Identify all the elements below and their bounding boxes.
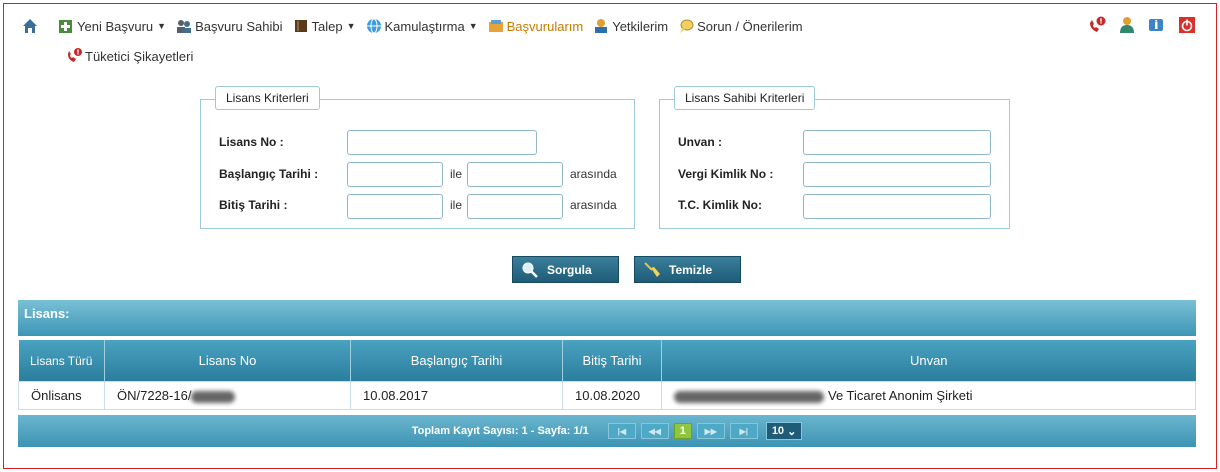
owner-criteria-legend: Lisans Sahibi Kriterleri: [674, 86, 816, 110]
temizle-button[interactable]: Temizle: [634, 256, 741, 283]
redacted-blur: [674, 390, 824, 403]
lisans-panel-header: Lisans:: [18, 300, 1196, 336]
tc-kimlik-input[interactable]: [803, 194, 991, 219]
bitis-tarihi-start-input[interactable]: [347, 194, 443, 219]
menu-talep[interactable]: Talep ▼: [293, 18, 356, 34]
menu-yeni-basvuru[interactable]: Yeni Başvuru ▼: [58, 18, 166, 34]
notification-alert-icon[interactable]: [1088, 16, 1106, 34]
lisans-table: Lisans Türü Lisans No Başlangıç Tarihi B…: [18, 340, 1196, 410]
temizle-label: Temizle: [669, 262, 713, 277]
sorgula-button[interactable]: Sorgula: [512, 256, 619, 283]
table-row[interactable]: Önlisans ÖN/7228-16/ 10.08.2017 10.08.20…: [18, 381, 1196, 410]
logout-power-icon[interactable]: [1178, 16, 1196, 34]
main-menu: Yeni Başvuru ▼ Başvuru Sahibi Talep ▼ Kamu…: [22, 16, 813, 36]
menu-yetkilerim[interactable]: Yetkilerim: [593, 18, 668, 34]
lisans-no-input[interactable]: [347, 130, 537, 155]
column-header-lisans-no[interactable]: Lisans No: [104, 340, 351, 382]
pager: Toplam Kayıt Sayısı: 1 - Sayfa: 1/1 |◀ ◀…: [18, 415, 1196, 447]
current-page-button[interactable]: 1: [673, 423, 692, 439]
menu-kamulastirma[interactable]: Kamulaştırma ▼: [366, 18, 478, 34]
menu-sorun-onerilerim[interactable]: Sorun / Önerilerim: [678, 18, 803, 34]
last-page-button[interactable]: ▶|: [729, 423, 758, 439]
cell-lisans-no: ÖN/7228-16/: [104, 381, 351, 410]
column-header-unvan[interactable]: Unvan: [661, 340, 1196, 382]
redacted-blur: [191, 390, 236, 403]
bitis-tarihi-label: Bitiş Tarihi :: [219, 198, 288, 212]
table-header-row: Lisans Türü Lisans No Başlangıç Tarihi B…: [18, 340, 1196, 382]
toolbar-right: [1076, 16, 1196, 34]
phone-alert-icon: [66, 48, 82, 64]
tc-kimlik-label: T.C. Kimlik No:: [678, 198, 763, 212]
menu-label: Yeni Başvuru: [77, 18, 154, 34]
users-icon: [176, 18, 192, 34]
speech-bubble-icon: [678, 18, 694, 34]
ile-label: ile: [450, 167, 463, 181]
cell-lisans-turu: Önlisans: [18, 381, 105, 410]
cell-baslangic-tarihi: 10.08.2017: [350, 381, 563, 410]
pager-summary: Toplam Kayıt Sayısı: 1 - Sayfa: 1/1: [411, 425, 589, 437]
arasinda-label: arasında: [570, 198, 617, 212]
ile-label: ile: [450, 198, 463, 212]
baslangic-tarihi-end-input[interactable]: [467, 162, 563, 187]
next-page-button[interactable]: ▶▶: [696, 423, 725, 439]
cell-bitis-tarihi: 10.08.2020: [562, 381, 662, 410]
baslangic-tarihi-start-input[interactable]: [347, 162, 443, 187]
lisans-criteria-fieldset: Lisans Kriterleri Lisans No : Başlangıç …: [200, 86, 635, 229]
cell-unvan: Ve Ticaret Anonim Şirketi: [661, 381, 1196, 410]
app-frame: Yeni Başvuru ▼ Başvuru Sahibi Talep ▼ Kamu…: [3, 3, 1217, 469]
menu-label: Yetkilerim: [612, 18, 669, 34]
page-size-select[interactable]: 10 ⌄: [765, 422, 803, 440]
menu-label: Kamulaştırma: [384, 18, 465, 34]
menu-label: Başvurularım: [506, 18, 584, 34]
column-header-lisans-turu[interactable]: Lisans Türü: [18, 340, 105, 382]
book-icon: [293, 18, 309, 34]
lisans-panel-title: Lisans:: [24, 306, 70, 321]
menu-label: Sorun / Önerilerim: [697, 18, 803, 34]
unvan-input[interactable]: [803, 130, 991, 155]
lisans-criteria-legend: Lisans Kriterleri: [215, 86, 320, 110]
globe-icon: [366, 18, 382, 34]
sorgula-label: Sorgula: [547, 262, 592, 277]
profile-icon[interactable]: [1118, 16, 1136, 34]
bitis-tarihi-end-input[interactable]: [467, 194, 563, 219]
chevron-down-icon: ⌄: [787, 425, 797, 438]
first-page-button[interactable]: |◀: [607, 423, 636, 439]
broom-icon: [643, 261, 661, 278]
new-application-icon: [58, 18, 74, 34]
arasinda-label: arasında: [570, 167, 617, 181]
menu-basvurularim[interactable]: Başvurularım: [488, 18, 584, 34]
column-header-baslangic[interactable]: Başlangıç Tarihi: [350, 340, 563, 382]
folder-icon: [488, 18, 504, 34]
unvan-label: Unvan :: [678, 135, 723, 149]
menu-label: Başvuru Sahibi: [195, 18, 283, 34]
prev-page-button[interactable]: ◀◀: [640, 423, 669, 439]
lisans-no-label: Lisans No :: [219, 135, 284, 149]
menu-label: Tüketici Şikayetleri: [85, 48, 194, 64]
home-icon[interactable]: [22, 18, 38, 34]
menu-basvuru-sahibi[interactable]: Başvuru Sahibi: [176, 18, 283, 34]
menu-label: Talep: [311, 18, 343, 34]
column-header-bitis[interactable]: Bitiş Tarihi: [562, 340, 662, 382]
info-icon[interactable]: [1148, 16, 1166, 34]
vergi-kimlik-input[interactable]: [803, 162, 991, 187]
user-permissions-icon: [593, 18, 609, 34]
owner-criteria-fieldset: Lisans Sahibi Kriterleri Unvan : Vergi K…: [659, 86, 1010, 229]
vergi-kimlik-label: Vergi Kimlik No :: [678, 167, 774, 181]
secondary-menu: Tüketici Şikayetleri: [66, 48, 203, 64]
menu-tuketici-sikayetleri[interactable]: Tüketici Şikayetleri: [66, 48, 193, 64]
baslangic-tarihi-label: Başlangıç Tarihi :: [219, 167, 319, 181]
search-icon: [521, 262, 539, 278]
